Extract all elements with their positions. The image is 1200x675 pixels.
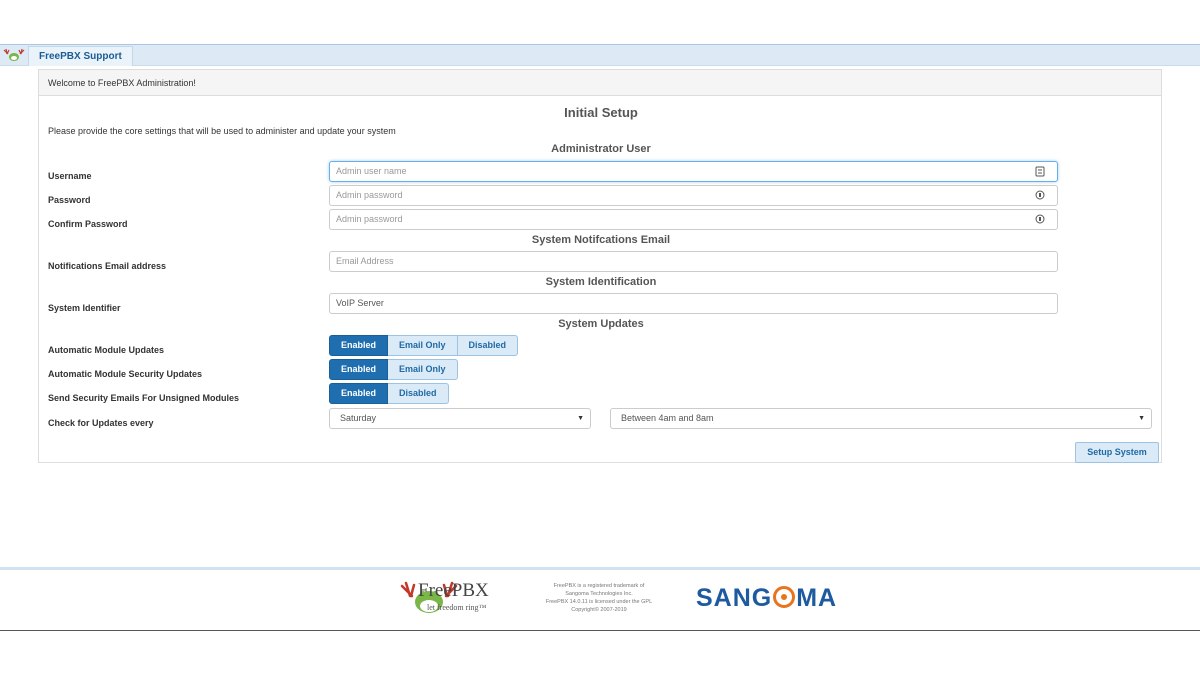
section-notifications-email: System Notifcations Email bbox=[531, 234, 671, 246]
freepbx-wordmark: FreePBX bbox=[418, 580, 489, 601]
lock-icon bbox=[1035, 190, 1045, 200]
unsigned-emails-label: Send Security Emails For Unsigned Module… bbox=[48, 393, 240, 403]
system-identifier-input[interactable]: VoIP Server bbox=[329, 293, 1058, 314]
update-time-select[interactable]: Between 4am and 8am ▼ bbox=[610, 408, 1152, 429]
legal-line: Sangoma Technologies Inc. bbox=[565, 591, 633, 597]
chevron-down-icon: ▼ bbox=[1138, 415, 1145, 422]
update-day-value: Saturday bbox=[340, 413, 377, 423]
section-admin-user: Administrator User bbox=[551, 143, 651, 155]
module-updates-disabled[interactable]: Disabled bbox=[457, 335, 519, 356]
freepbx-support-tab[interactable]: FreePBX Support bbox=[28, 46, 133, 66]
unsigned-emails-enabled[interactable]: Enabled bbox=[329, 383, 389, 404]
module-updates-email-only[interactable]: Email Only bbox=[388, 335, 458, 356]
section-system-updates: System Updates bbox=[558, 318, 644, 330]
id-card-icon bbox=[1035, 166, 1045, 177]
system-identifier-label: System Identifier bbox=[48, 303, 121, 313]
unsigned-emails-disabled[interactable]: Disabled bbox=[388, 383, 449, 404]
module-updates-enabled[interactable]: Enabled bbox=[329, 335, 389, 356]
confirm-password-input[interactable]: Admin password bbox=[329, 209, 1058, 230]
freepbx-tagline: let freedom ring™ bbox=[427, 603, 487, 612]
password-input[interactable]: Admin password bbox=[329, 185, 1058, 206]
email-input[interactable]: Email Address bbox=[329, 251, 1058, 272]
module-updates-toggle: Enabled Email Only Disabled bbox=[329, 335, 519, 356]
username-label: Username bbox=[48, 171, 92, 181]
initial-setup-panel: Welcome to FreePBX Administration! Initi… bbox=[38, 69, 1162, 463]
legal-line: Copyright© 2007-2019 bbox=[571, 607, 627, 613]
top-bar: FreePBX Support bbox=[0, 44, 1200, 66]
password-placeholder: Admin password bbox=[336, 190, 403, 200]
legal-line: FreePBX 14.0.11 is licensed under the GP… bbox=[545, 599, 653, 605]
update-day-select[interactable]: Saturday ▼ bbox=[329, 408, 591, 429]
username-input[interactable]: Admin user name bbox=[329, 161, 1058, 182]
setup-system-button[interactable]: Setup System bbox=[1075, 442, 1159, 463]
confirm-password-placeholder: Admin password bbox=[336, 214, 403, 224]
security-updates-toggle: Enabled Email Only bbox=[329, 359, 458, 380]
module-updates-label: Automatic Module Updates bbox=[48, 345, 165, 355]
password-label: Password bbox=[48, 195, 91, 205]
chevron-down-icon: ▼ bbox=[577, 415, 584, 422]
check-updates-label: Check for Updates every bbox=[48, 418, 154, 428]
legal-line: FreePBX is a registered trademark of bbox=[553, 583, 645, 589]
security-updates-enabled[interactable]: Enabled bbox=[329, 359, 389, 380]
section-system-identification: System Identification bbox=[545, 276, 657, 288]
lock-icon bbox=[1035, 214, 1045, 224]
email-placeholder: Email Address bbox=[336, 256, 394, 266]
security-updates-email-only[interactable]: Email Only bbox=[388, 359, 458, 380]
system-identifier-value: VoIP Server bbox=[336, 298, 384, 308]
confirm-password-label: Confirm Password bbox=[48, 219, 128, 229]
notifications-email-label: Notifications Email address bbox=[48, 261, 167, 271]
intro-text: Please provide the core settings that wi… bbox=[48, 126, 396, 136]
panel-header: Welcome to FreePBX Administration! bbox=[39, 70, 1161, 96]
freepbx-frog-icon bbox=[3, 48, 25, 61]
security-updates-label: Automatic Module Security Updates bbox=[48, 369, 203, 379]
unsigned-emails-toggle: Enabled Disabled bbox=[329, 383, 449, 404]
sangoma-o-icon bbox=[773, 586, 796, 608]
sangoma-logo: SANG MA bbox=[696, 584, 838, 612]
footer: FreePBX let freedom ring™ FreePBX is a r… bbox=[0, 567, 1200, 631]
update-time-value: Between 4am and 8am bbox=[621, 413, 714, 423]
legal-text: FreePBX is a registered trademark of San… bbox=[534, 582, 664, 614]
page-title: Initial Setup bbox=[564, 105, 638, 120]
username-placeholder: Admin user name bbox=[336, 166, 407, 176]
